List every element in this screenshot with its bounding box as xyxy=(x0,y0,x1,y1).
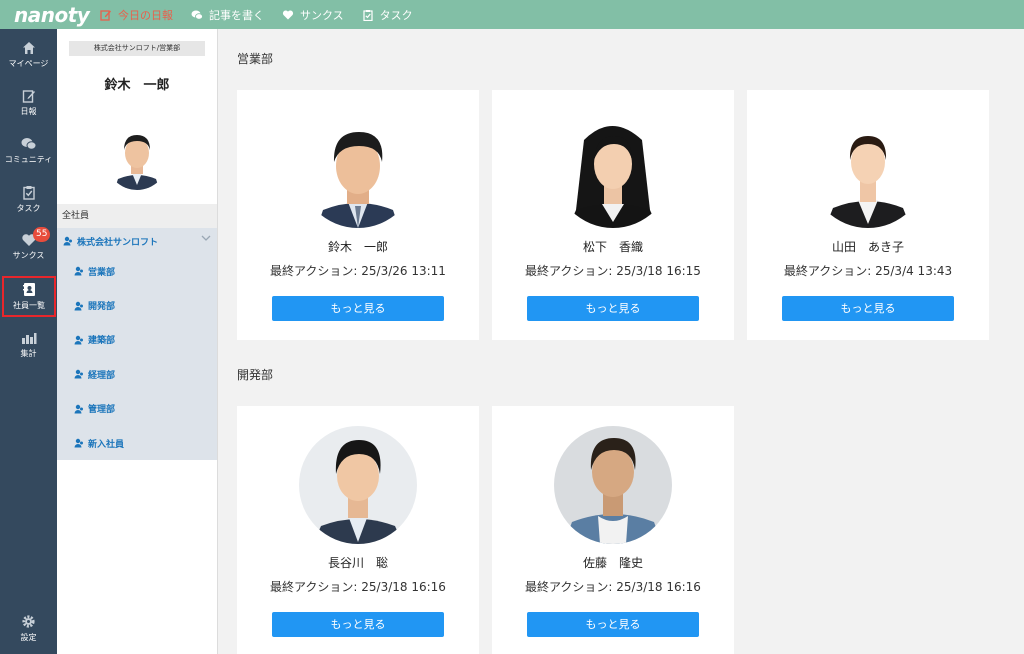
clipboard-check-icon xyxy=(22,186,35,200)
tree-dept-label: 営業部 xyxy=(88,267,116,278)
employee-name: 佐藤 隆史 xyxy=(582,556,643,570)
sidebar-item-community[interactable]: コミュニティ xyxy=(0,137,57,165)
employee-photo[interactable] xyxy=(554,110,672,228)
sidebar-item-settings[interactable]: 設定 xyxy=(0,614,57,643)
see-more-button[interactable]: もっと見る xyxy=(527,612,699,637)
nav-write-article[interactable]: 記事を書く xyxy=(191,7,264,23)
tree-dept-admin[interactable]: 管理部 xyxy=(57,392,217,426)
org-tree: 株式会社サンロフト 営業部 開発部 建築部 経理部 管理部 新入社員 xyxy=(57,228,217,460)
person-icon xyxy=(74,404,83,414)
icon-sidebar: マイページ 日報 コミュニティ タスク 55 サンクス 社員一覧 集計 設定 xyxy=(0,29,57,654)
person-icon xyxy=(74,438,83,448)
see-more-button[interactable]: もっと見る xyxy=(272,612,444,637)
tree-dept-sales[interactable]: 営業部 xyxy=(57,254,217,288)
thanks-count-badge: 55 xyxy=(33,227,51,242)
nav-write-article-label: 記事を書く xyxy=(209,8,264,22)
employee-name: 松下 香織 xyxy=(582,240,643,254)
tree-dept-label: 経理部 xyxy=(88,370,116,381)
see-more-button[interactable]: もっと見る xyxy=(527,296,699,321)
chevron-down-icon[interactable] xyxy=(201,235,211,242)
nav-thanks-label: サンクス xyxy=(300,8,344,22)
tree-company-label: 株式会社サンロフト xyxy=(77,237,159,248)
all-staff-item[interactable]: 全社員 xyxy=(57,204,217,228)
person-icon xyxy=(74,370,83,379)
current-user-avatar[interactable] xyxy=(108,113,166,191)
bar-chart-icon xyxy=(21,333,36,344)
employee-last-action: 最終アクション: 25/3/18 16:16 xyxy=(270,580,446,594)
edit-icon xyxy=(22,90,35,103)
nav-thanks[interactable]: サンクス xyxy=(282,7,344,23)
sidebar-item-thanks[interactable]: 55 サンクス xyxy=(0,227,57,261)
see-more-button[interactable]: もっと見る xyxy=(272,296,444,321)
person-icon xyxy=(74,335,83,345)
employee-card: 鈴木 一郎 最終アクション: 25/3/26 13:11 もっと見る xyxy=(237,90,479,340)
sidebar-item-label: サンクス xyxy=(12,251,45,260)
top-nav: 今日の日報 記事を書く サンクス タスク xyxy=(100,7,431,23)
employee-card: 山田 あき子 最終アクション: 25/3/4 13:43 もっと見る xyxy=(747,90,989,340)
sidebar-item-label: マイページ xyxy=(8,59,49,68)
sidebar-item-report[interactable]: 日報 xyxy=(0,89,57,117)
employee-photo[interactable] xyxy=(299,426,417,544)
sidebar-item-label: 日報 xyxy=(20,107,37,116)
tree-dept-new-hires[interactable]: 新入社員 xyxy=(57,426,217,460)
nav-task-label: タスク xyxy=(379,8,413,22)
person-icon xyxy=(74,266,83,276)
sidebar-item-label: 設定 xyxy=(20,633,37,642)
chat-bubbles-icon xyxy=(21,138,36,150)
sidebar-item-label: 集計 xyxy=(20,349,37,358)
tree-dept-label: 管理部 xyxy=(88,405,116,416)
employee-name: 鈴木 一郎 xyxy=(327,240,388,254)
sidebar-item-label: 社員一覧 xyxy=(13,301,45,310)
sidebar-item-task[interactable]: タスク xyxy=(0,185,57,214)
employee-card: 松下 香織 最終アクション: 25/3/18 16:15 もっと見る xyxy=(492,90,734,340)
nanoty-logo[interactable]: nanoty xyxy=(0,3,100,27)
employee-card: 長谷川 聡 最終アクション: 25/3/18 16:16 もっと見る xyxy=(237,406,479,654)
employee-last-action: 最終アクション: 25/3/18 16:15 xyxy=(525,264,701,278)
current-user-name: 鈴木 一郎 xyxy=(104,78,170,93)
see-more-button[interactable]: もっと見る xyxy=(782,296,954,321)
sidebar-item-label: タスク xyxy=(16,204,41,213)
tree-dept-construction[interactable]: 建築部 xyxy=(57,323,217,357)
top-bar: nanoty 今日の日報 記事を書く サンクス タスク xyxy=(0,0,1024,29)
tree-dept-label: 建築部 xyxy=(88,336,116,347)
employee-photo[interactable] xyxy=(809,110,927,228)
employee-name: 山田 あき子 xyxy=(831,240,904,254)
main-content: 営業部 鈴木 一郎 最終アクション: 25/3/26 13:11 もっと見る 松… xyxy=(219,29,1024,654)
employee-name: 長谷川 聡 xyxy=(327,556,388,570)
tree-company[interactable]: 株式会社サンロフト xyxy=(57,228,217,254)
gear-icon xyxy=(22,615,35,628)
nav-task[interactable]: タスク xyxy=(362,7,413,23)
tree-dept-accounting[interactable]: 経理部 xyxy=(57,357,217,391)
company-department-label: 株式会社サンロフト/営業部 xyxy=(69,41,205,56)
chat-bubbles-icon xyxy=(191,9,203,21)
person-icon xyxy=(63,236,72,246)
employee-photo[interactable] xyxy=(554,426,672,544)
employee-last-action: 最終アクション: 25/3/4 13:43 xyxy=(783,264,953,278)
user-panel: 株式会社サンロフト/営業部 鈴木 一郎 全社員 株式会社サンロフト 営業部 開発… xyxy=(57,29,218,654)
person-icon xyxy=(74,301,83,311)
tree-dept-dev[interactable]: 開発部 xyxy=(57,288,217,322)
tree-dept-label: 新入社員 xyxy=(88,439,125,450)
employee-card: 佐藤 隆史 最終アクション: 25/3/18 16:16 もっと見る xyxy=(492,406,734,654)
clipboard-check-icon xyxy=(362,9,374,21)
sidebar-item-stats[interactable]: 集計 xyxy=(0,331,57,359)
sidebar-item-employee-list[interactable]: 社員一覧 xyxy=(2,276,56,317)
employee-photo[interactable] xyxy=(299,110,417,228)
sidebar-item-label: コミュニティ xyxy=(4,155,53,164)
tree-dept-label: 開発部 xyxy=(88,302,116,313)
section-title-sales: 営業部 xyxy=(237,52,274,66)
contact-book-icon xyxy=(23,283,35,296)
heart-icon xyxy=(282,9,294,21)
nav-today-report-label: 今日の日報 xyxy=(118,8,173,22)
employee-last-action: 最終アクション: 25/3/18 16:16 xyxy=(525,580,701,594)
edit-icon xyxy=(100,9,112,21)
sidebar-item-mypage[interactable]: マイページ xyxy=(0,41,57,69)
section-title-dev: 開発部 xyxy=(237,368,274,382)
employee-last-action: 最終アクション: 25/3/26 13:11 xyxy=(270,264,446,278)
home-icon xyxy=(22,42,35,54)
nav-today-report[interactable]: 今日の日報 xyxy=(100,7,173,23)
